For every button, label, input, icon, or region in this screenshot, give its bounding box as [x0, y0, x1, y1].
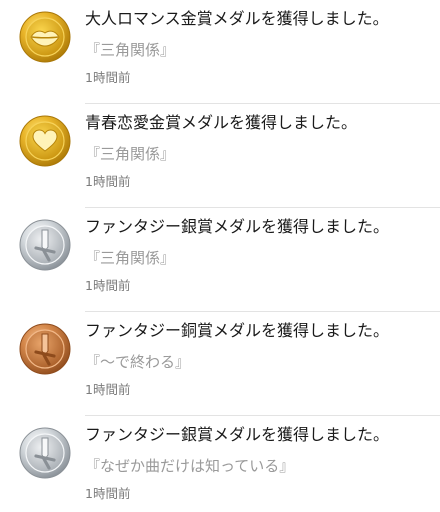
timestamp: 1時間前 [85, 174, 131, 189]
silver-medal-badge [19, 219, 71, 271]
lips-icon [19, 11, 71, 63]
gold-medal-badge [19, 11, 71, 63]
notification-title: ファンタジー銀賞メダルを獲得しました。 [85, 217, 390, 236]
notification-item[interactable]: 大人ロマンス金賞メダルを獲得しました。 『三角関係』 1時間前 [0, 0, 440, 104]
sword-icon [19, 427, 71, 479]
timestamp: 1時間前 [85, 382, 131, 397]
silver-medal-badge [19, 427, 71, 479]
timestamp: 1時間前 [85, 486, 131, 501]
notification-item[interactable]: 青春恋愛金賞メダルを獲得しました。 『三角関係』 1時間前 [0, 104, 440, 208]
work-title: 『三角関係』 [85, 249, 176, 267]
gold-medal-badge [19, 115, 71, 167]
notification-title: ファンタジー銅賞メダルを獲得しました。 [85, 321, 390, 340]
timestamp: 1時間前 [85, 278, 131, 293]
notification-list: 大人ロマンス金賞メダルを獲得しました。 『三角関係』 1時間前 青春恋愛金賞メダ… [0, 0, 440, 512]
timestamp: 1時間前 [85, 70, 131, 85]
notification-item[interactable]: ファンタジー銅賞メダルを獲得しました。 『～で終わる』 1時間前 [0, 312, 440, 416]
sword-icon [19, 219, 71, 271]
bronze-medal-badge [19, 323, 71, 375]
work-title: 『三角関係』 [85, 145, 176, 163]
notification-item[interactable]: ファンタジー銀賞メダルを獲得しました。 『三角関係』 1時間前 [0, 208, 440, 312]
notification-title: ファンタジー銀賞メダルを獲得しました。 [85, 425, 390, 444]
work-title: 『～で終わる』 [85, 353, 191, 371]
work-title: 『なぜか曲だけは知っている』 [85, 457, 295, 475]
notification-item[interactable]: ファンタジー銀賞メダルを獲得しました。 『なぜか曲だけは知っている』 1時間前 [0, 416, 440, 512]
work-title: 『三角関係』 [85, 41, 176, 59]
sword-icon [19, 323, 71, 375]
heart-icon [19, 115, 71, 167]
notification-title: 大人ロマンス金賞メダルを獲得しました。 [85, 9, 389, 28]
notification-title: 青春恋愛金賞メダルを獲得しました。 [85, 113, 358, 132]
